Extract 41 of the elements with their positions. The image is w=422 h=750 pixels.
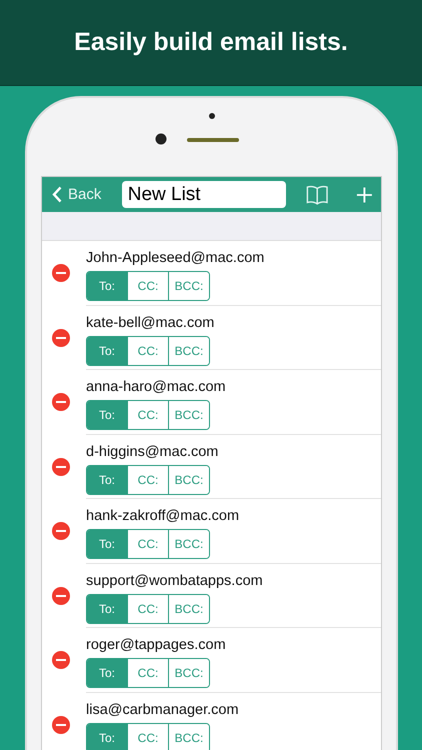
- delete-icon[interactable]: [52, 522, 70, 540]
- delete-icon[interactable]: [52, 264, 70, 282]
- recipient-segment[interactable]: BCC:: [168, 659, 209, 687]
- email-address: d-higgins@mac.com: [86, 442, 220, 460]
- list-name-field[interactable]: New List: [122, 181, 286, 208]
- email-address: John-Appleseed@mac.com: [86, 249, 266, 267]
- recipient-segment[interactable]: BCC:: [168, 401, 209, 429]
- recipient-segment[interactable]: To:: [87, 466, 127, 494]
- delete-icon[interactable]: [52, 393, 70, 412]
- camera-icon: [155, 133, 167, 145]
- back-button[interactable]: Back: [52, 186, 114, 203]
- recipient-segment[interactable]: BCC:: [168, 530, 209, 558]
- recipient-segment[interactable]: BCC:: [168, 336, 209, 364]
- recipient-segment[interactable]: To:: [87, 272, 127, 300]
- sensor-dot-icon: [209, 113, 215, 119]
- delete-icon[interactable]: [52, 328, 70, 347]
- email-address: hank-zakroff@mac.com: [86, 507, 240, 525]
- book-icon[interactable]: [306, 184, 328, 206]
- recipient-segment[interactable]: To:: [87, 724, 127, 750]
- recipient-segment[interactable]: To:: [87, 336, 127, 364]
- email-address: lisa@carbmanager.com: [86, 700, 240, 718]
- speaker-icon: [187, 138, 239, 142]
- chevron-left-icon: [52, 186, 62, 203]
- email-address: roger@tappages.com: [86, 636, 227, 654]
- add-icon[interactable]: [356, 186, 373, 204]
- banner-title: Easily build email lists.: [74, 28, 348, 57]
- email-address: support@wombatapps.com: [86, 572, 264, 590]
- delete-icon[interactable]: [52, 716, 70, 734]
- recipient-segment[interactable]: To:: [87, 659, 127, 687]
- email-address: kate-bell@mac.com: [86, 314, 216, 332]
- recipient-segment[interactable]: BCC:: [168, 724, 209, 750]
- recipient-segment[interactable]: BCC:: [168, 272, 209, 300]
- recipient-segment[interactable]: BCC:: [168, 594, 209, 622]
- email-address: anna-haro@mac.com: [86, 378, 227, 396]
- recipient-segment[interactable]: To:: [87, 530, 127, 558]
- delete-icon[interactable]: [52, 458, 70, 476]
- recipient-segment[interactable]: BCC:: [168, 466, 209, 494]
- delete-icon[interactable]: [52, 586, 70, 605]
- delete-icon[interactable]: [52, 651, 70, 670]
- recipient-segment[interactable]: To:: [87, 401, 127, 429]
- recipient-segment[interactable]: To:: [87, 594, 127, 622]
